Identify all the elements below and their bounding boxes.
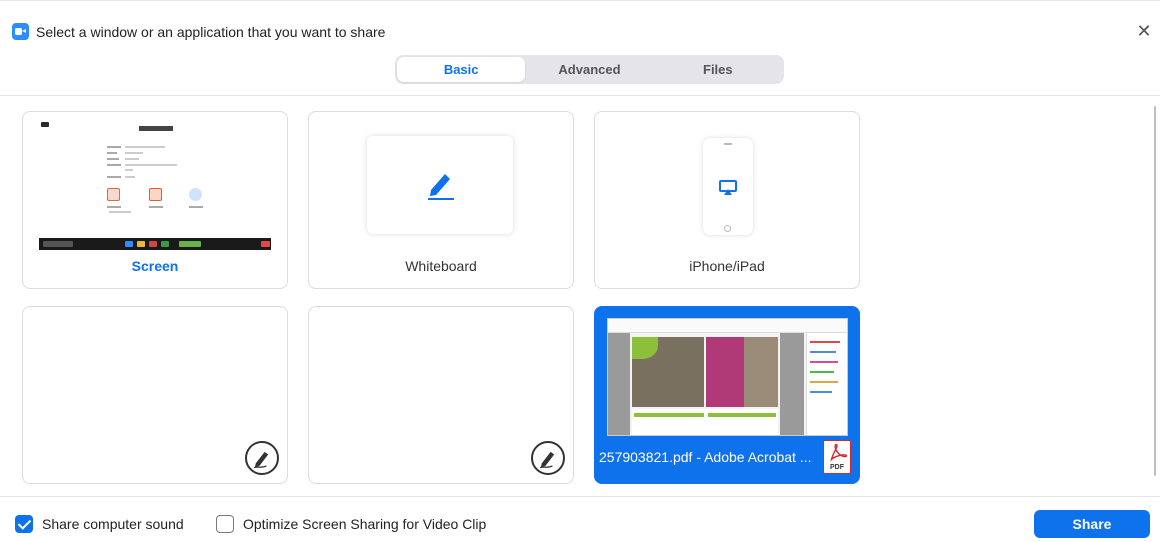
airplay-icon [719,180,737,195]
close-button[interactable]: ✕ [1134,21,1154,41]
thumbnail-toolbar [608,319,847,333]
tile-iphone-ipad[interactable]: iPhone/iPad [594,111,860,289]
thumbnail-taskbar-app [137,241,145,247]
thumbnail-taskbar-search [43,241,73,247]
tile-screen[interactable]: Screen [22,111,288,289]
thumbnail-line [107,206,121,208]
window-title: Select a window or an application that y… [36,24,386,40]
thumbnail-page-photo [744,337,778,407]
tile-window-blank-2[interactable] [308,306,574,484]
thumbnail-line [107,176,121,178]
phone-illustration [703,138,753,235]
thumbnail-line [125,164,177,166]
tile-whiteboard[interactable]: Whiteboard [308,111,574,289]
tab-advanced[interactable]: Advanced [525,57,653,82]
thumbnail-text-line [634,413,704,417]
thumbnail-line [125,158,139,160]
thumbnail-line [125,152,143,154]
thumbnail-tool-line [810,361,838,363]
thumbnail-taskbar-app [179,241,201,247]
thumbnail-line [125,169,133,171]
thumbnail-mail-icon [149,188,162,201]
pencil-icon [428,174,454,200]
thumbnail-calendar-icon [107,188,120,201]
thumbnail-taskbar-app [261,241,270,247]
tile-label-iphone-ipad: iPhone/iPad [689,258,765,274]
thumbnail-line [189,206,203,208]
vertical-scrollbar[interactable] [1152,96,1158,496]
title-bar: Select a window or an application that y… [0,0,1160,41]
thumbnail-tool-line [810,371,834,373]
whiteboard-card [367,136,513,234]
thumbnail-logo [41,122,49,127]
optimize-video-option[interactable]: Optimize Screen Sharing for Video Clip [216,514,486,534]
pdf-thumbnail [607,318,848,436]
thumbnail-taskbar-app [125,241,133,247]
top-divider [0,95,1160,96]
thumbnail-line [125,146,165,148]
tile-adobe-acrobat[interactable]: 257903821.pdf - Adobe Acrobat ... PDF [594,306,860,484]
tab-basic[interactable]: Basic [397,57,526,82]
phone-speaker [724,143,732,145]
thumbnail-line [107,164,121,166]
thumbnail-header-bar [139,126,173,131]
pdf-icon: PDF [823,440,851,474]
scrollbar-thumb[interactable] [1154,106,1156,476]
thumbnail-right-gutter [780,333,804,435]
thumbnail-taskbar-app [161,241,169,247]
share-sound-option[interactable]: Share computer sound [15,514,184,534]
share-button[interactable]: Share [1034,510,1150,538]
thumbnail-line [149,206,163,208]
thumbnail-line [107,146,121,148]
share-sound-checkbox[interactable] [15,515,33,533]
thumbnail-user-icon [189,188,202,201]
phone-home-button [724,225,731,232]
thumbnail-taskbar [39,238,271,250]
pen-edit-icon [245,441,279,475]
thumbnail-tool-line [810,391,832,393]
acrobat-symbol-icon [830,443,848,462]
screen-thumbnail [37,118,273,250]
bottom-divider [0,496,1160,497]
tile-label-whiteboard: Whiteboard [405,258,477,274]
thumbnail-line [125,176,135,178]
tile-label-screen: Screen [131,258,179,274]
share-sound-label: Share computer sound [42,516,184,532]
optimize-video-label: Optimize Screen Sharing for Video Clip [243,516,487,532]
zoom-app-icon [12,23,29,40]
thumbnail-tool-line [810,351,836,353]
share-tabs: Basic Advanced Files [395,55,784,84]
thumbnail-text-line [708,413,776,417]
thumbnail-line [107,152,117,154]
pdf-icon-text: PDF [830,464,844,471]
tile-window-blank-1[interactable] [22,306,288,484]
thumbnail-line [109,211,131,213]
optimize-video-checkbox[interactable] [216,515,234,533]
thumbnail-taskbar-app [149,241,157,247]
tab-files[interactable]: Files [654,57,782,82]
thumbnail-line [107,158,119,160]
thumbnail-left-gutter [608,333,630,435]
thumbnail-tools-pane [806,333,847,435]
thumbnail-tool-line [810,381,838,383]
tile-label-adobe-acrobat: 257903821.pdf - Adobe Acrobat ... [599,449,812,465]
pen-edit-icon [531,441,565,475]
thumbnail-tool-line [810,341,840,343]
